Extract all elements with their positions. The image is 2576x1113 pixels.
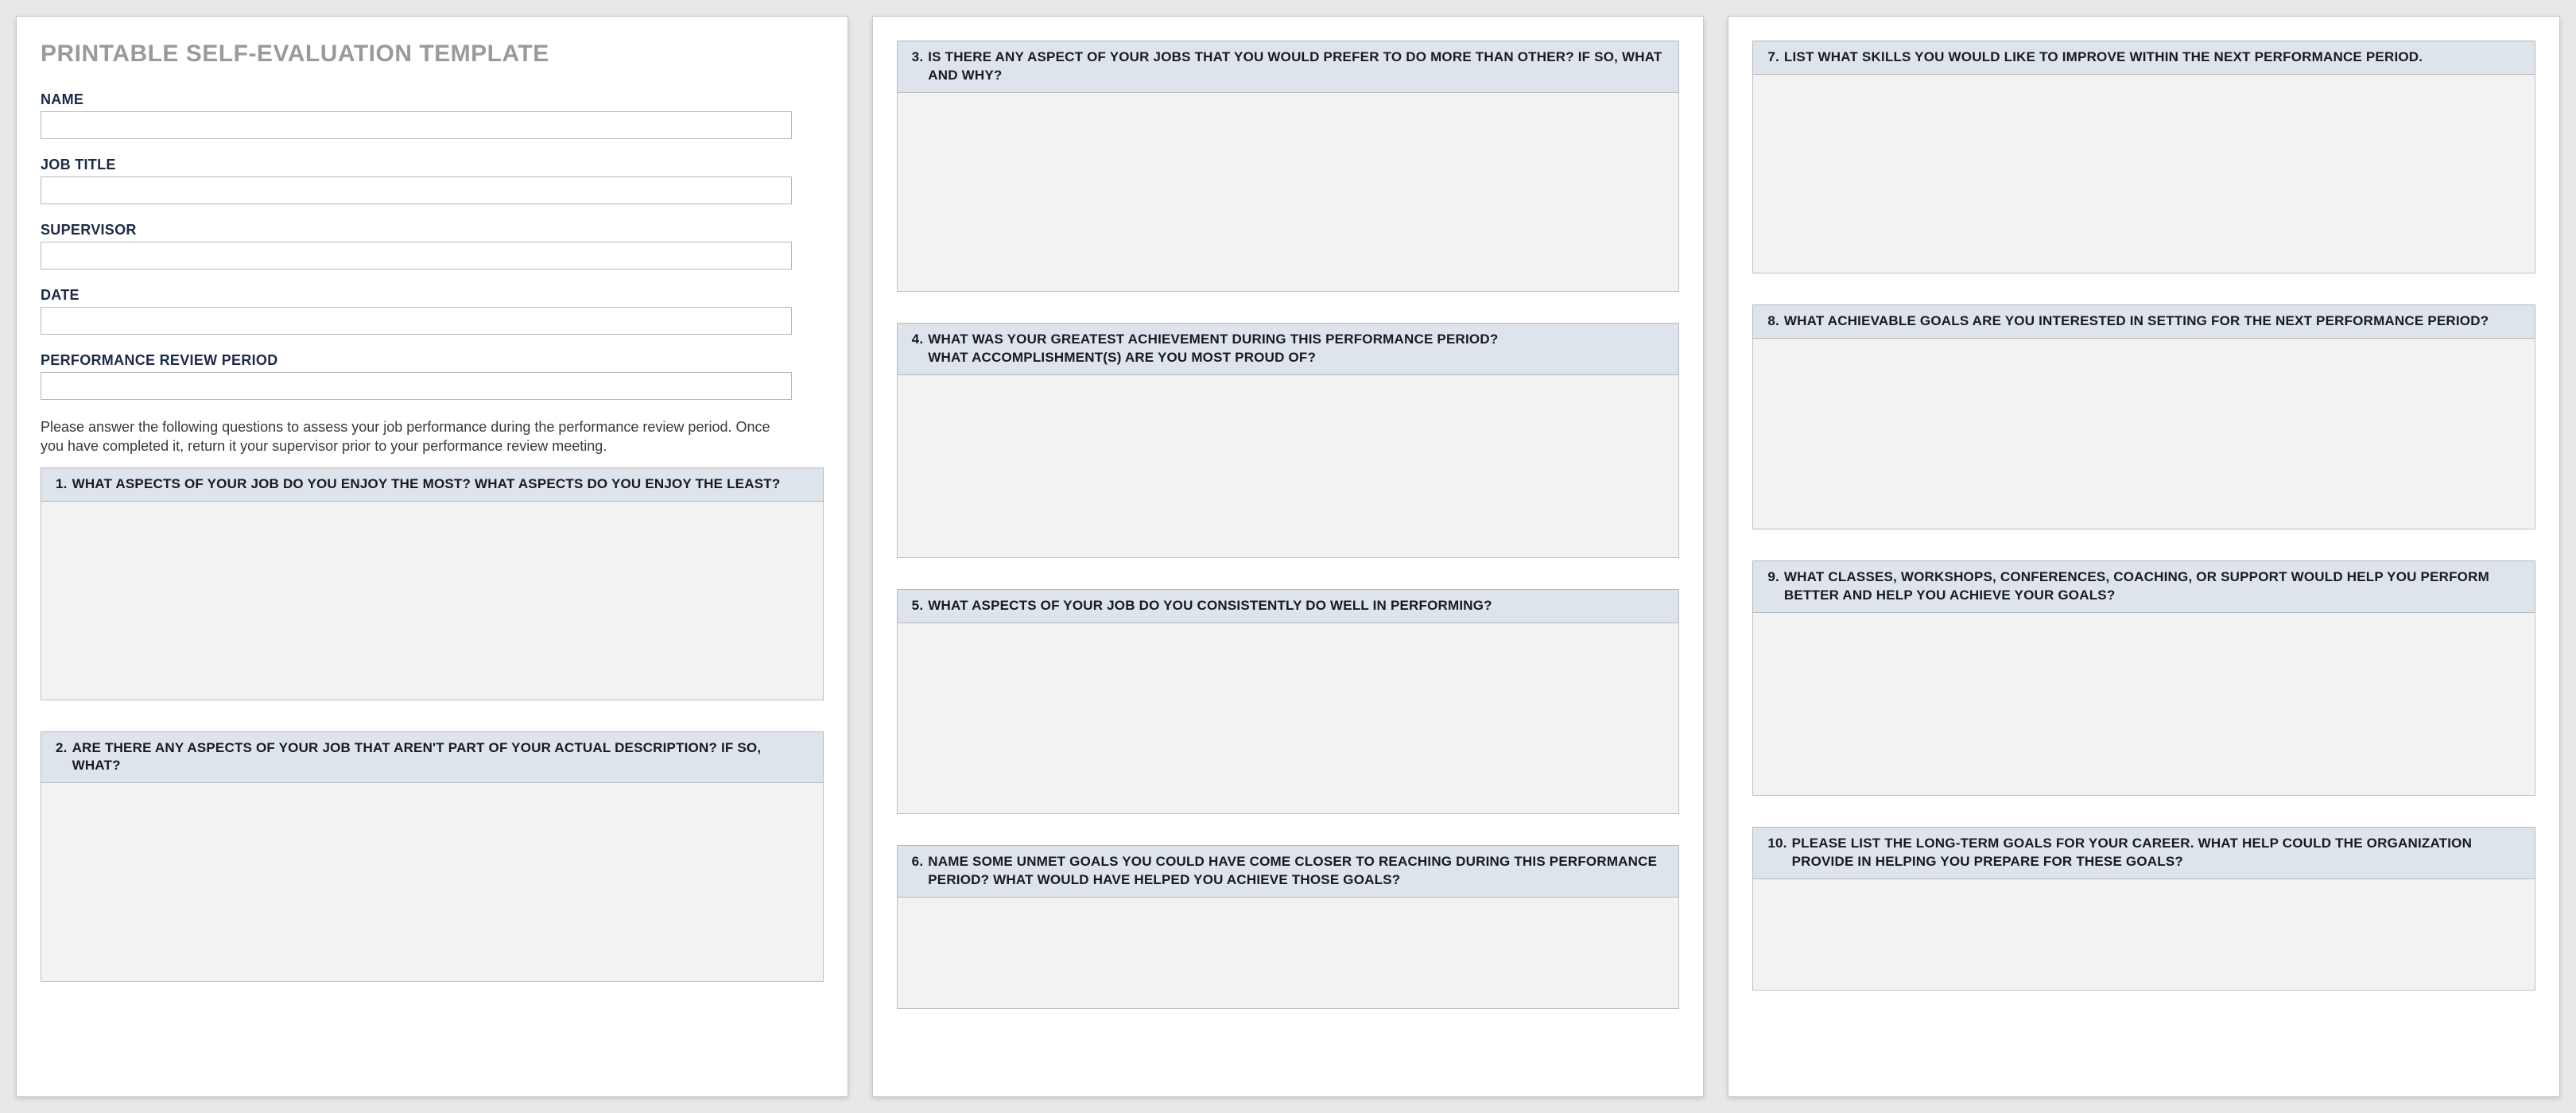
field-review-period: PERFORMANCE REVIEW PERIOD bbox=[41, 352, 824, 400]
question-9: 9. WHAT CLASSES, WORKSHOPS, CONFERENCES,… bbox=[1752, 560, 2535, 800]
question-5-header: 5. WHAT ASPECTS OF YOUR JOB DO YOU CONSI… bbox=[897, 589, 1680, 623]
question-6-text: NAME SOME UNMET GOALS YOU COULD HAVE COM… bbox=[928, 853, 1664, 890]
label-review-period: PERFORMANCE REVIEW PERIOD bbox=[41, 352, 824, 369]
question-5: 5. WHAT ASPECTS OF YOUR JOB DO YOU CONSI… bbox=[897, 589, 1680, 818]
question-5-text: WHAT ASPECTS OF YOUR JOB DO YOU CONSISTE… bbox=[928, 597, 1664, 615]
question-5-number: 5. bbox=[912, 597, 924, 615]
question-9-text: WHAT CLASSES, WORKSHOPS, CONFERENCES, CO… bbox=[1784, 568, 2520, 605]
question-3-text: IS THERE ANY ASPECT OF YOUR JOBS THAT YO… bbox=[928, 48, 1664, 85]
answer-5[interactable] bbox=[897, 623, 1680, 814]
label-job-title: JOB TITLE bbox=[41, 157, 824, 173]
answer-2[interactable] bbox=[41, 783, 824, 982]
question-2-number: 2. bbox=[56, 739, 68, 776]
question-8-header: 8. WHAT ACHIEVABLE GOALS ARE YOU INTERES… bbox=[1752, 304, 2535, 339]
question-1-header: 1. WHAT ASPECTS OF YOUR JOB DO YOU ENJOY… bbox=[41, 467, 824, 502]
page-3: 7. LIST WHAT SKILLS YOU WOULD LIKE TO IM… bbox=[1728, 16, 2560, 1097]
question-2-header: 2. ARE THERE ANY ASPECTS OF YOUR JOB THA… bbox=[41, 731, 824, 784]
answer-1[interactable] bbox=[41, 502, 824, 700]
question-6: 6. NAME SOME UNMET GOALS YOU COULD HAVE … bbox=[897, 845, 1680, 1013]
question-10-header: 10. PLEASE LIST THE LONG-TERM GOALS FOR … bbox=[1752, 827, 2535, 879]
instructions-text: Please answer the following questions to… bbox=[41, 417, 792, 456]
question-1-text: WHAT ASPECTS OF YOUR JOB DO YOU ENJOY TH… bbox=[72, 475, 809, 494]
question-2: 2. ARE THERE ANY ASPECTS OF YOUR JOB THA… bbox=[41, 731, 824, 987]
input-review-period[interactable] bbox=[41, 372, 792, 400]
document-canvas: PRINTABLE SELF-EVALUATION TEMPLATE NAME … bbox=[0, 0, 2576, 1113]
answer-4[interactable] bbox=[897, 375, 1680, 558]
question-9-header: 9. WHAT CLASSES, WORKSHOPS, CONFERENCES,… bbox=[1752, 560, 2535, 613]
label-supervisor: SUPERVISOR bbox=[41, 222, 824, 238]
question-1-number: 1. bbox=[56, 475, 68, 494]
field-date: DATE bbox=[41, 287, 824, 335]
field-supervisor: SUPERVISOR bbox=[41, 222, 824, 270]
question-8: 8. WHAT ACHIEVABLE GOALS ARE YOU INTERES… bbox=[1752, 304, 2535, 533]
question-2-text: ARE THERE ANY ASPECTS OF YOUR JOB THAT A… bbox=[72, 739, 809, 776]
question-10-number: 10. bbox=[1767, 835, 1787, 871]
label-name: NAME bbox=[41, 91, 824, 108]
page-1: PRINTABLE SELF-EVALUATION TEMPLATE NAME … bbox=[16, 16, 848, 1097]
input-supervisor[interactable] bbox=[41, 242, 792, 270]
question-10: 10. PLEASE LIST THE LONG-TERM GOALS FOR … bbox=[1752, 827, 2535, 995]
input-date[interactable] bbox=[41, 307, 792, 335]
answer-7[interactable] bbox=[1752, 75, 2535, 273]
question-10-text: PLEASE LIST THE LONG-TERM GOALS FOR YOUR… bbox=[1792, 835, 2520, 871]
question-1: 1. WHAT ASPECTS OF YOUR JOB DO YOU ENJOY… bbox=[41, 467, 824, 704]
document-title: PRINTABLE SELF-EVALUATION TEMPLATE bbox=[41, 41, 824, 68]
question-6-header: 6. NAME SOME UNMET GOALS YOU COULD HAVE … bbox=[897, 845, 1680, 898]
question-7: 7. LIST WHAT SKILLS YOU WOULD LIKE TO IM… bbox=[1752, 41, 2535, 277]
question-3-header: 3. IS THERE ANY ASPECT OF YOUR JOBS THAT… bbox=[897, 41, 1680, 93]
answer-8[interactable] bbox=[1752, 339, 2535, 529]
question-3-number: 3. bbox=[912, 48, 924, 85]
answer-3[interactable] bbox=[897, 93, 1680, 292]
label-date: DATE bbox=[41, 287, 824, 304]
question-8-text: WHAT ACHIEVABLE GOALS ARE YOU INTERESTED… bbox=[1784, 312, 2520, 331]
question-3: 3. IS THERE ANY ASPECT OF YOUR JOBS THAT… bbox=[897, 41, 1680, 296]
answer-10[interactable] bbox=[1752, 879, 2535, 991]
answer-9[interactable] bbox=[1752, 613, 2535, 796]
field-job-title: JOB TITLE bbox=[41, 157, 824, 204]
answer-6[interactable] bbox=[897, 898, 1680, 1009]
input-job-title[interactable] bbox=[41, 176, 792, 204]
input-name[interactable] bbox=[41, 111, 792, 139]
question-4-text: WHAT WAS YOUR GREATEST ACHIEVEMENT DURIN… bbox=[928, 331, 1664, 367]
question-4: 4. WHAT WAS YOUR GREATEST ACHIEVEMENT DU… bbox=[897, 323, 1680, 562]
question-4-number: 4. bbox=[912, 331, 924, 367]
field-name: NAME bbox=[41, 91, 824, 139]
question-4-header: 4. WHAT WAS YOUR GREATEST ACHIEVEMENT DU… bbox=[897, 323, 1680, 375]
question-6-number: 6. bbox=[912, 853, 924, 890]
question-8-number: 8. bbox=[1767, 312, 1779, 331]
page-2: 3. IS THERE ANY ASPECT OF YOUR JOBS THAT… bbox=[872, 16, 1705, 1097]
question-9-number: 9. bbox=[1767, 568, 1779, 605]
question-7-number: 7. bbox=[1767, 48, 1779, 67]
question-7-text: LIST WHAT SKILLS YOU WOULD LIKE TO IMPRO… bbox=[1784, 48, 2520, 67]
question-7-header: 7. LIST WHAT SKILLS YOU WOULD LIKE TO IM… bbox=[1752, 41, 2535, 75]
